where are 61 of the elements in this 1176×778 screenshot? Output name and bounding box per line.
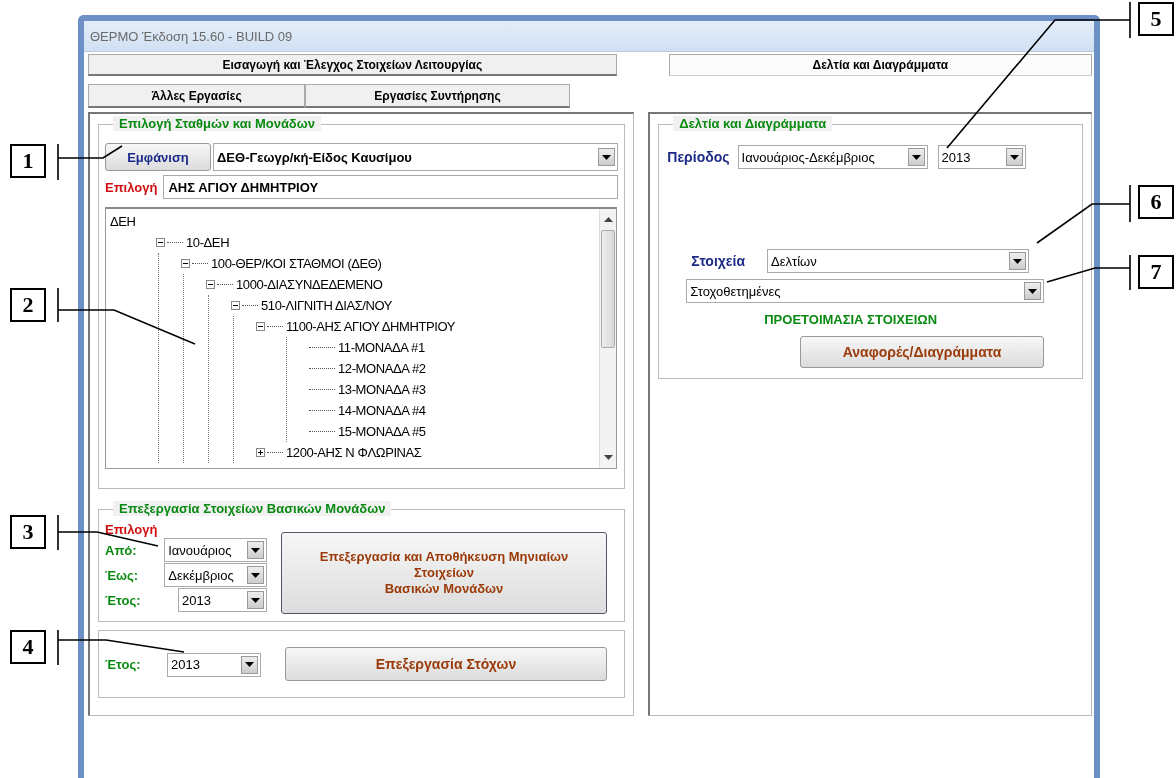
- period-label: Περίοδος: [667, 149, 730, 165]
- collapse-icon[interactable]: [206, 280, 215, 289]
- dropdown[interactable]: Ιανουάριος-Δεκέμβριος: [737, 145, 928, 169]
- callout-label: 4: [10, 630, 46, 664]
- collapse-icon[interactable]: [156, 238, 165, 247]
- tree-item[interactable]: 15-ΜΟΝΑΔΑ #5: [338, 424, 426, 439]
- tree-item[interactable]: 510-ΛΙΓΝΙΤΗ ΔΙΑΣ/ΝΟΥ: [261, 298, 393, 313]
- scroll-thumb[interactable]: [601, 230, 615, 348]
- tree-item[interactable]: 1000-ΔΙΑΣΥΝΔΕΔΕΜΕΝΟ: [236, 277, 383, 292]
- tree-item[interactable]: 13-ΜΟΝΑΔΑ #3: [338, 382, 426, 397]
- callout-label: 5: [1138, 2, 1174, 36]
- tab[interactable]: Εργασίες Συντήρησης: [305, 84, 570, 108]
- tree-item[interactable]: 10-ΔΕΗ: [186, 235, 230, 250]
- dropdown[interactable]: 2013: [177, 588, 267, 612]
- callout-label: 3: [10, 515, 46, 549]
- collapse-icon[interactable]: [231, 301, 240, 310]
- collapse-icon[interactable]: [256, 322, 265, 331]
- show-button[interactable]: Εμφάνιση: [105, 143, 211, 171]
- dropdown[interactable]: Ιανουάριος: [164, 538, 267, 562]
- callout-label: 2: [10, 288, 46, 322]
- selection-label: Επιλογή: [105, 179, 158, 195]
- callout-label: 6: [1138, 185, 1174, 219]
- process-button[interactable]: Επεξεργασία και Αποθήκευση Μηνιαίων Στοιχείων Βασικών Μονάδων: [281, 532, 607, 614]
- dropdown[interactable]: 2013: [937, 145, 1026, 169]
- dropdown[interactable]: Δεκέμβριος: [164, 563, 267, 587]
- dropdown[interactable]: Στοχοθετημένες: [686, 279, 1045, 303]
- collapse-icon[interactable]: [181, 259, 190, 268]
- field-label: Από:: [105, 542, 138, 558]
- targets-button[interactable]: Επεξεργασία Στόχων: [285, 647, 607, 681]
- tree-item[interactable]: 11-ΜΟΝΑΔΑ #1: [338, 340, 425, 355]
- field-label: Έως:: [105, 567, 140, 583]
- tree-item[interactable]: ΔΕΗ: [110, 214, 136, 229]
- status-text: ΠΡΟΕΤΟΙΜΑΣΙΑ ΣΤΟΙΧΕΙΩΝ: [764, 312, 938, 327]
- dropdown[interactable]: ΔΕΘ-Γεωγρ/κή-Είδος Καυσίμου: [213, 143, 619, 171]
- window-title: ΘΕΡΜΟ Έκδοση 15.60 - BUILD 09: [90, 28, 293, 44]
- field-label: Έτος:: [105, 592, 142, 608]
- callout-label: 7: [1138, 255, 1174, 289]
- field-label: Έτος:: [105, 657, 142, 672]
- tree-item[interactable]: 14-ΜΟΝΑΔΑ #4: [338, 403, 426, 418]
- dropdown[interactable]: 2013: [167, 652, 261, 677]
- scroll-down-icon[interactable]: [603, 455, 613, 460]
- group-title: Επεξεργασία Στοιχείων Βασικών Μονάδων: [113, 501, 392, 516]
- reports-button[interactable]: Αναφορές/Διαγράμματα: [800, 336, 1044, 368]
- data-label: Στοιχεία: [691, 253, 745, 269]
- dropdown[interactable]: Δελτίων: [767, 249, 1029, 273]
- group-title: Επιλογή Σταθμών και Μονάδων: [113, 116, 321, 131]
- selection-field[interactable]: ΑΗΣ ΑΓΙΟΥ ΔΗΜΗΤΡΙΟΥ: [163, 175, 619, 199]
- tree-item[interactable]: 1200-ΑΗΣ Ν ΦΛΩΡΙΝΑΣ: [286, 445, 422, 460]
- tab[interactable]: Δελτία και Διαγράμματα: [668, 54, 1092, 76]
- tree-item[interactable]: 100-ΘΕΡ/ΚΟΙ ΣΤΑΘΜΟΙ (ΔΕΘ): [211, 256, 382, 271]
- scrollbar[interactable]: [599, 209, 616, 468]
- leader-line: [57, 143, 123, 181]
- scroll-up-icon[interactable]: [603, 217, 613, 222]
- selection-label: Επιλογή: [105, 522, 159, 537]
- tree-item[interactable]: 1100-ΑΗΣ ΑΓΙΟΥ ΔΗΜΗΤΡΙΟΥ: [286, 319, 456, 334]
- expand-icon[interactable]: [256, 448, 265, 457]
- tab[interactable]: Εισαγωγή και Έλεγχος Στοιχείων Λειτουργίας: [88, 54, 617, 76]
- callout-label: 1: [10, 144, 46, 178]
- tree-item[interactable]: 12-ΜΟΝΑΔΑ #2: [338, 361, 426, 376]
- group-title: Δελτία και Διαγράμματα: [673, 116, 833, 131]
- tab[interactable]: Άλλες Εργασίες: [88, 84, 305, 108]
